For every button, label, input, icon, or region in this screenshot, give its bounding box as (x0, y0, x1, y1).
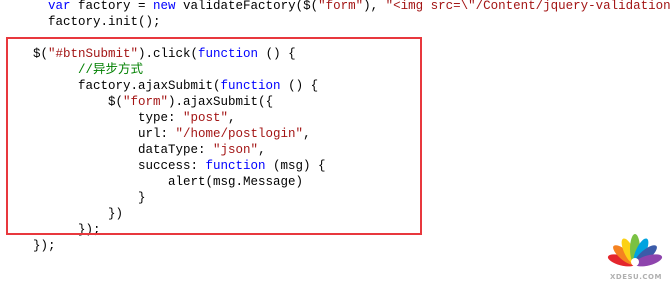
highlight-box (6, 37, 422, 235)
code-token: "<img src=\"/Content/jquery-validation-1… (385, 0, 670, 13)
code-token: validateFactory($( (175, 0, 319, 13)
watermark: XDESU.COM (604, 226, 666, 282)
peacock-logo-icon (607, 234, 663, 267)
code-line: factory.init(); (18, 14, 161, 30)
watermark-text: XDESU.COM (610, 273, 662, 281)
code-editor[interactable]: var factory = new validateFactory($("for… (0, 0, 670, 286)
code-token: }); (18, 239, 56, 253)
code-token: new (153, 0, 176, 13)
code-token: var (18, 0, 71, 13)
code-token: factory.init(); (18, 15, 161, 29)
code-token: ), (363, 0, 386, 13)
code-line: }); (18, 238, 56, 254)
code-token: factory = (70, 0, 154, 13)
code-line: var factory = new validateFactory($("for… (18, 0, 670, 14)
code-token: "form" (318, 0, 364, 13)
